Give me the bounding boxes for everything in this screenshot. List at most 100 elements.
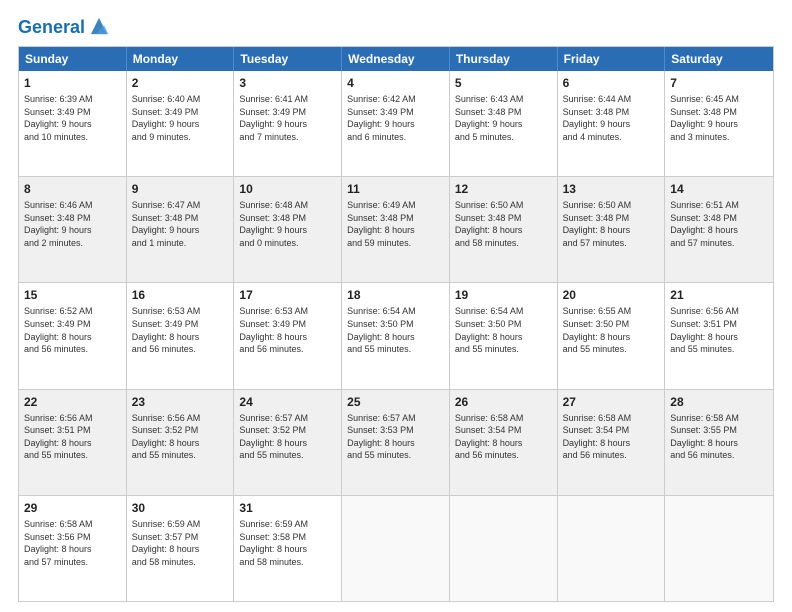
cell-info: Sunrise: 6:58 AMSunset: 3:54 PMDaylight:… (563, 412, 660, 462)
calendar-cell (558, 496, 666, 601)
cell-info: Sunrise: 6:55 AMSunset: 3:50 PMDaylight:… (563, 305, 660, 355)
day-number: 31 (239, 500, 336, 516)
calendar-cell (450, 496, 558, 601)
day-number: 22 (24, 394, 121, 410)
calendar-cell: 29 Sunrise: 6:58 AMSunset: 3:56 PMDayligh… (19, 496, 127, 601)
calendar-row-2: 8 Sunrise: 6:46 AMSunset: 3:48 PMDaylight… (19, 176, 773, 282)
cell-info: Sunrise: 6:56 AMSunset: 3:51 PMDaylight:… (24, 412, 121, 462)
calendar-body: 1 Sunrise: 6:39 AMSunset: 3:49 PMDaylight… (19, 71, 773, 601)
day-number: 27 (563, 394, 660, 410)
day-number: 6 (563, 75, 660, 91)
header-day-sunday: Sunday (19, 47, 127, 71)
cell-info: Sunrise: 6:39 AMSunset: 3:49 PMDaylight:… (24, 93, 121, 143)
day-number: 10 (239, 181, 336, 197)
page: General SundayMondayTuesdayWednesdayThur… (0, 0, 792, 612)
day-number: 17 (239, 287, 336, 303)
calendar-cell: 2 Sunrise: 6:40 AMSunset: 3:49 PMDaylight… (127, 71, 235, 176)
calendar-cell (342, 496, 450, 601)
cell-info: Sunrise: 6:53 AMSunset: 3:49 PMDaylight:… (132, 305, 229, 355)
calendar-cell: 5Sunrise: 6:43 AMSunset: 3:48 PMDaylight… (450, 71, 558, 176)
day-number: 3 (239, 75, 336, 91)
calendar-cell: 8 Sunrise: 6:46 AMSunset: 3:48 PMDaylight… (19, 177, 127, 282)
calendar-cell: 25 Sunrise: 6:57 AMSunset: 3:53 PMDayligh… (342, 390, 450, 495)
header-day-wednesday: Wednesday (342, 47, 450, 71)
cell-info: Sunrise: 6:42 AMSunset: 3:49 PMDaylight:… (347, 93, 444, 143)
cell-info: Sunrise: 6:58 AMSunset: 3:56 PMDaylight:… (24, 518, 121, 568)
cell-info: Sunrise: 6:46 AMSunset: 3:48 PMDaylight:… (24, 199, 121, 249)
cell-info: Sunrise: 6:44 AMSunset: 3:48 PMDaylight:… (563, 93, 660, 143)
cell-info: Sunrise: 6:49 AMSunset: 3:48 PMDaylight:… (347, 199, 444, 249)
calendar-cell: 9 Sunrise: 6:47 AMSunset: 3:48 PMDaylight… (127, 177, 235, 282)
header-day-saturday: Saturday (665, 47, 773, 71)
day-number: 30 (132, 500, 229, 516)
calendar-cell: 20 Sunrise: 6:55 AMSunset: 3:50 PMDayligh… (558, 283, 666, 388)
calendar-cell: 22 Sunrise: 6:56 AMSunset: 3:51 PMDayligh… (19, 390, 127, 495)
calendar-cell: 14 Sunrise: 6:51 AMSunset: 3:48 PMDayligh… (665, 177, 773, 282)
cell-info: Sunrise: 6:58 AMSunset: 3:54 PMDaylight:… (455, 412, 552, 462)
calendar-cell: 3 Sunrise: 6:41 AMSunset: 3:49 PMDaylight… (234, 71, 342, 176)
calendar-row-5: 29 Sunrise: 6:58 AMSunset: 3:56 PMDayligh… (19, 495, 773, 601)
header-day-monday: Monday (127, 47, 235, 71)
cell-info: Sunrise: 6:54 AMSunset: 3:50 PMDaylight:… (455, 305, 552, 355)
cell-info: Sunrise: 6:47 AMSunset: 3:48 PMDaylight:… (132, 199, 229, 249)
day-number: 29 (24, 500, 121, 516)
day-number: 14 (670, 181, 768, 197)
calendar-cell: 28Sunrise: 6:58 AMSunset: 3:55 PMDayligh… (665, 390, 773, 495)
header-day-friday: Friday (558, 47, 666, 71)
calendar-row-4: 22 Sunrise: 6:56 AMSunset: 3:51 PMDayligh… (19, 389, 773, 495)
cell-info: Sunrise: 6:57 AMSunset: 3:53 PMDaylight:… (347, 412, 444, 462)
calendar-cell: 13Sunrise: 6:50 AMSunset: 3:48 PMDayligh… (558, 177, 666, 282)
day-number: 8 (24, 181, 121, 197)
cell-info: Sunrise: 6:59 AMSunset: 3:57 PMDaylight:… (132, 518, 229, 568)
day-number: 13 (563, 181, 660, 197)
day-number: 24 (239, 394, 336, 410)
cell-info: Sunrise: 6:51 AMSunset: 3:48 PMDaylight:… (670, 199, 768, 249)
calendar-cell: 10 Sunrise: 6:48 AMSunset: 3:48 PMDayligh… (234, 177, 342, 282)
day-number: 25 (347, 394, 444, 410)
day-number: 5 (455, 75, 552, 91)
logo: General (18, 18, 110, 36)
cell-info: Sunrise: 6:53 AMSunset: 3:49 PMDaylight:… (239, 305, 336, 355)
day-number: 15 (24, 287, 121, 303)
day-number: 4 (347, 75, 444, 91)
calendar-row-1: 1 Sunrise: 6:39 AMSunset: 3:49 PMDaylight… (19, 71, 773, 176)
day-number: 9 (132, 181, 229, 197)
calendar-cell: 21 Sunrise: 6:56 AMSunset: 3:51 PMDayligh… (665, 283, 773, 388)
header: General (18, 18, 774, 36)
cell-info: Sunrise: 6:58 AMSunset: 3:55 PMDaylight:… (670, 412, 768, 462)
day-number: 1 (24, 75, 121, 91)
logo-text: General (18, 18, 85, 38)
calendar-cell: 6 Sunrise: 6:44 AMSunset: 3:48 PMDaylight… (558, 71, 666, 176)
calendar-cell: 4 Sunrise: 6:42 AMSunset: 3:49 PMDaylight… (342, 71, 450, 176)
cell-info: Sunrise: 6:59 AMSunset: 3:58 PMDaylight:… (239, 518, 336, 568)
day-number: 16 (132, 287, 229, 303)
calendar-cell: 16 Sunrise: 6:53 AMSunset: 3:49 PMDayligh… (127, 283, 235, 388)
logo-icon (88, 15, 110, 37)
calendar-cell: 18Sunrise: 6:54 AMSunset: 3:50 PMDayligh… (342, 283, 450, 388)
day-number: 21 (670, 287, 768, 303)
calendar-cell: 12 Sunrise: 6:50 AMSunset: 3:48 PMDayligh… (450, 177, 558, 282)
calendar-cell: 30 Sunrise: 6:59 AMSunset: 3:57 PMDayligh… (127, 496, 235, 601)
calendar-cell: 11 Sunrise: 6:49 AMSunset: 3:48 PMDayligh… (342, 177, 450, 282)
day-number: 20 (563, 287, 660, 303)
day-number: 2 (132, 75, 229, 91)
cell-info: Sunrise: 6:41 AMSunset: 3:49 PMDaylight:… (239, 93, 336, 143)
cell-info: Sunrise: 6:40 AMSunset: 3:49 PMDaylight:… (132, 93, 229, 143)
day-number: 23 (132, 394, 229, 410)
day-number: 11 (347, 181, 444, 197)
calendar-cell: 24Sunrise: 6:57 AMSunset: 3:52 PMDayligh… (234, 390, 342, 495)
calendar-cell: 27 Sunrise: 6:58 AMSunset: 3:54 PMDayligh… (558, 390, 666, 495)
cell-info: Sunrise: 6:48 AMSunset: 3:48 PMDaylight:… (239, 199, 336, 249)
cell-info: Sunrise: 6:56 AMSunset: 3:51 PMDaylight:… (670, 305, 768, 355)
calendar-row-3: 15Sunrise: 6:52 AMSunset: 3:49 PMDayligh… (19, 282, 773, 388)
calendar-cell: 31 Sunrise: 6:59 AMSunset: 3:58 PMDayligh… (234, 496, 342, 601)
calendar-cell (665, 496, 773, 601)
cell-info: Sunrise: 6:50 AMSunset: 3:48 PMDaylight:… (455, 199, 552, 249)
day-number: 12 (455, 181, 552, 197)
calendar-header: SundayMondayTuesdayWednesdayThursdayFrid… (19, 47, 773, 71)
cell-info: Sunrise: 6:54 AMSunset: 3:50 PMDaylight:… (347, 305, 444, 355)
calendar: SundayMondayTuesdayWednesdayThursdayFrid… (18, 46, 774, 602)
calendar-cell: 7Sunrise: 6:45 AMSunset: 3:48 PMDaylight… (665, 71, 773, 176)
calendar-cell: 17 Sunrise: 6:53 AMSunset: 3:49 PMDayligh… (234, 283, 342, 388)
cell-info: Sunrise: 6:56 AMSunset: 3:52 PMDaylight:… (132, 412, 229, 462)
